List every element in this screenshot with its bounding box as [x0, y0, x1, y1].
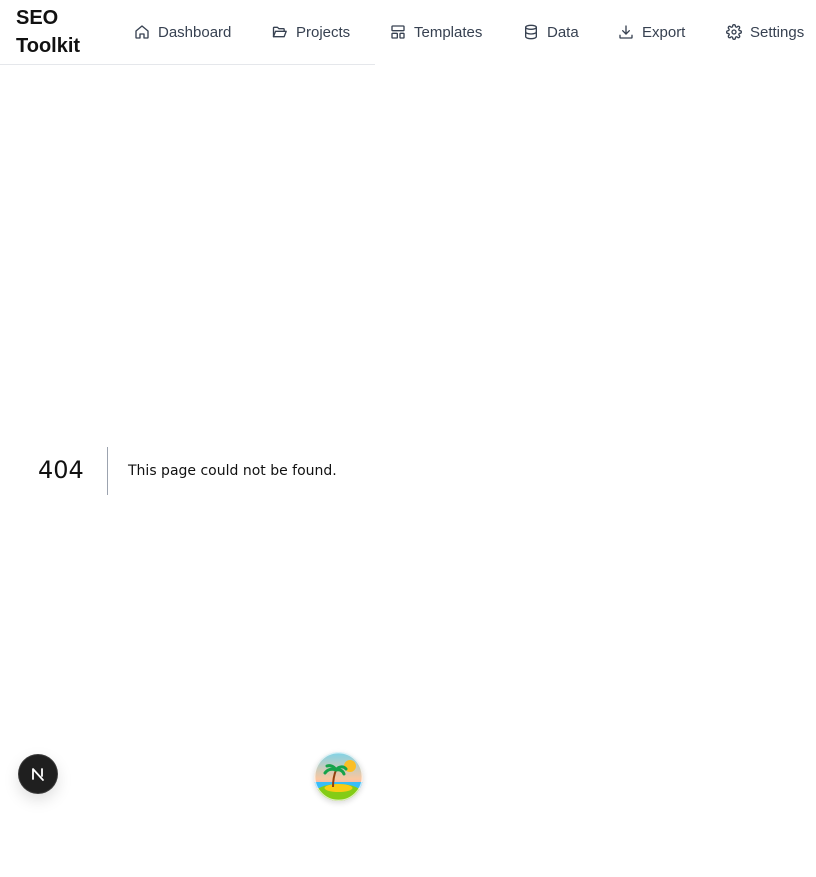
database-icon: [525, 24, 537, 40]
nav-data[interactable]: Data: [523, 18, 579, 46]
nextjs-logo-icon: [32, 768, 44, 781]
brand-title[interactable]: SEO Toolkit: [16, 4, 96, 60]
nav-templates-label: Templates: [414, 23, 483, 41]
layout-template-icon: [391, 25, 405, 39]
tropical-island-avatar[interactable]: [314, 752, 363, 801]
nav-dashboard[interactable]: Dashboard: [134, 18, 231, 46]
error-message: This page could not be found.: [128, 463, 337, 479]
nav-projects[interactable]: Projects: [271, 18, 350, 46]
error-code: 404: [38, 456, 84, 484]
nav-export-label: Export: [642, 23, 686, 41]
nextjs-devtools-button[interactable]: [19, 755, 57, 793]
nav-settings-label: Settings: [750, 23, 805, 41]
download-icon: [619, 25, 633, 39]
nav-projects-label: Projects: [296, 23, 351, 41]
folder-open-icon: [272, 26, 287, 38]
gear-icon: [726, 24, 742, 40]
island-image-icon: [314, 752, 363, 801]
error-divider: [107, 447, 108, 495]
nav-dashboard-label: Dashboard: [158, 23, 232, 41]
nav-data-label: Data: [547, 23, 579, 41]
page: SEO Toolkit Dashboard Projects Templates…: [0, 0, 816, 877]
nav-settings[interactable]: Settings: [726, 18, 804, 46]
nav-templates[interactable]: Templates: [390, 18, 482, 46]
nav-export[interactable]: Export: [618, 18, 685, 46]
home-icon: [135, 25, 149, 39]
